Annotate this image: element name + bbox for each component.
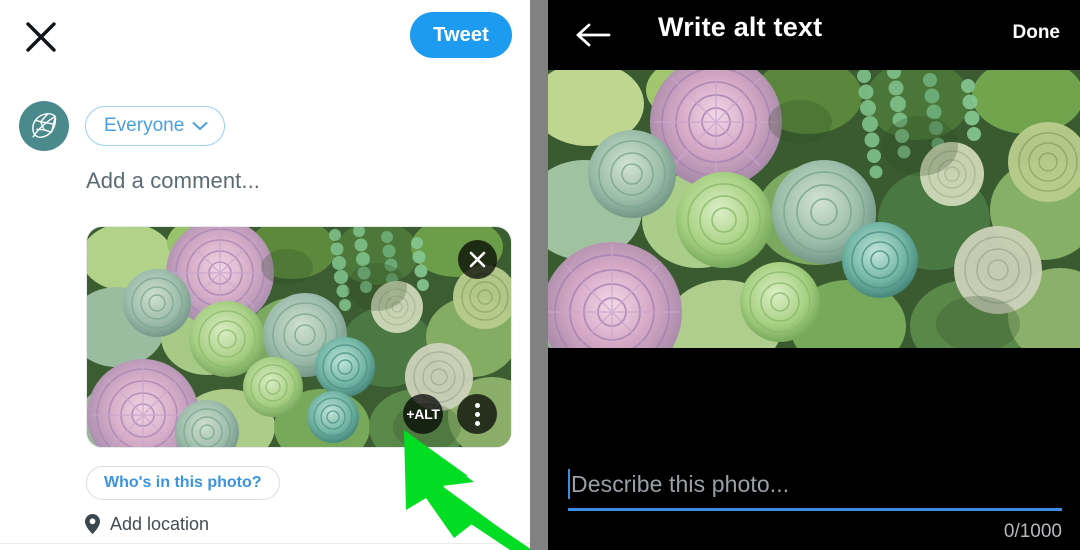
bottom-divider [0, 543, 530, 544]
tag-people-button[interactable]: Who's in this photo? [86, 466, 280, 500]
author-row: Everyone [19, 101, 226, 151]
remove-photo-button[interactable] [458, 240, 497, 279]
alt-text-input-wrapper[interactable]: Describe this photo... [568, 462, 1062, 511]
split-screenshot: Tweet Everyone Add a comment... +ALT Who… [0, 0, 1080, 550]
close-icon [469, 251, 486, 268]
panel-divider [530, 0, 548, 550]
chevron-down-icon [192, 121, 208, 131]
back-arrow-icon[interactable] [574, 16, 612, 54]
dot-3 [474, 420, 480, 426]
add-location-label: Add location [110, 513, 210, 534]
photo-more-options-button[interactable] [457, 394, 497, 434]
page-title: Write alt text [658, 12, 823, 42]
alt-badge-label: +ALT [406, 406, 440, 422]
character-counter: 0/1000 [1003, 521, 1062, 542]
compose-header: Tweet [0, 0, 530, 78]
dot-2 [474, 411, 480, 417]
dot-1 [474, 402, 480, 408]
text-cursor [568, 469, 570, 499]
compose-tweet-panel: Tweet Everyone Add a comment... +ALT Who… [0, 0, 530, 550]
input-underline [568, 508, 1062, 511]
avatar[interactable] [19, 101, 69, 151]
comment-input-placeholder[interactable]: Add a comment... [86, 168, 260, 194]
alt-text-panel: Write alt text Done Describe this photo.… [548, 0, 1080, 550]
succulent-photo-image [87, 227, 511, 447]
audience-selector-chip[interactable]: Everyone [85, 106, 226, 146]
close-compose-icon[interactable] [24, 20, 58, 54]
tweet-button[interactable]: Tweet [410, 12, 512, 58]
alt-text-header: Write alt text Done [548, 0, 1080, 70]
attached-photo[interactable]: +ALT [86, 226, 512, 448]
done-button[interactable]: Done [1007, 18, 1067, 48]
alt-text-photo-preview [548, 70, 1080, 348]
location-pin-icon [84, 513, 101, 535]
alt-text-input[interactable]: Describe this photo... [568, 462, 1062, 506]
leaf-logo-icon [32, 113, 57, 139]
add-alt-text-button[interactable]: +ALT [403, 394, 443, 434]
add-location-button[interactable]: Add location [84, 513, 209, 535]
audience-label: Everyone [104, 115, 185, 136]
alt-text-placeholder: Describe this photo... [571, 470, 790, 497]
